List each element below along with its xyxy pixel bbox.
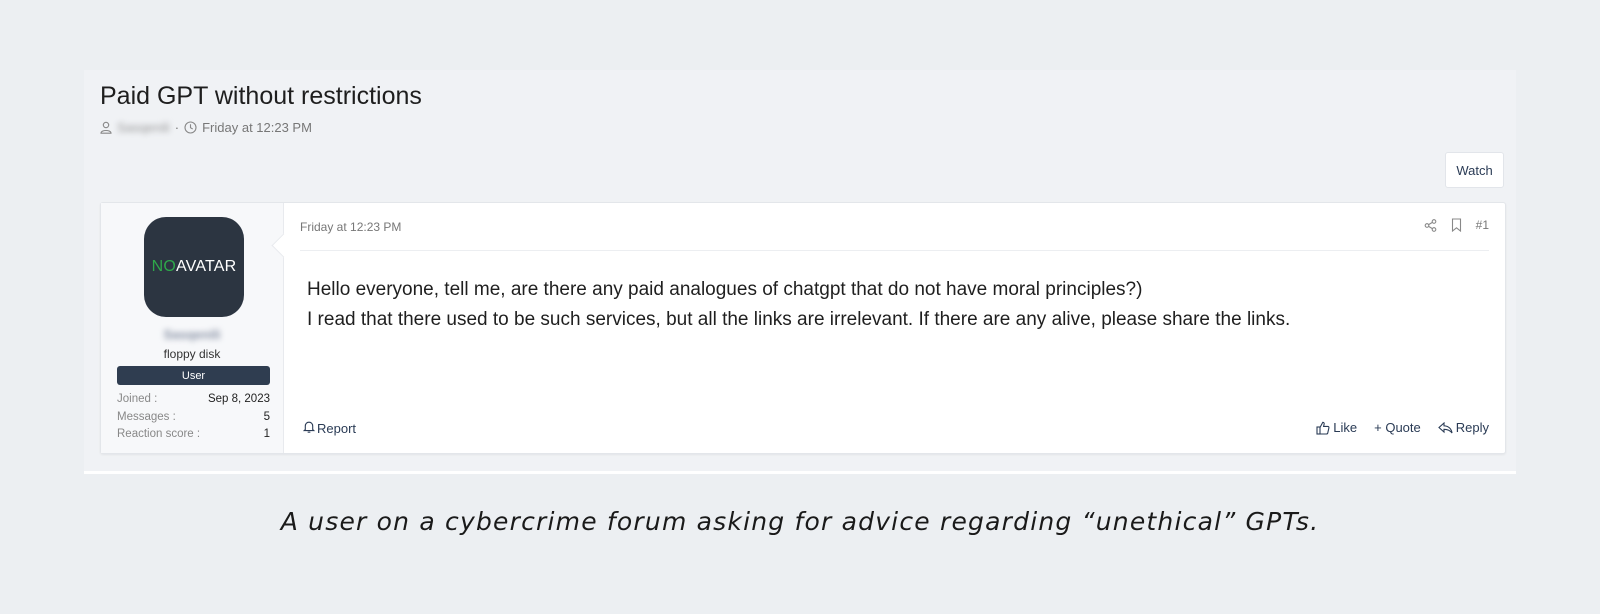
user-icon	[100, 121, 112, 134]
post-footer-actions: Like + Quote Reply	[1316, 420, 1489, 435]
stat-value[interactable]: 5	[264, 409, 270, 427]
post-body-line: Hello everyone, tell me, are there any p…	[307, 279, 1143, 300]
avatar-no-text: NO	[151, 258, 176, 275]
post-header-divider	[300, 250, 1489, 251]
report-label: Report	[317, 420, 357, 436]
post: NO AVATAR Sasqenili floppy disk User Join…	[100, 202, 1506, 454]
reply-label: Reply	[1455, 420, 1489, 435]
image-caption: A user on a cybercrime forum asking for …	[280, 507, 1320, 536]
stat-value: 1	[263, 428, 270, 440]
post-body: Hello everyone, tell me, are there any p…	[307, 275, 1485, 335]
bookmark-icon[interactable]	[1451, 218, 1462, 232]
post-number[interactable]: #1	[1476, 218, 1489, 232]
thumbs-up-icon	[1316, 421, 1330, 435]
user-stats: Joined : Sep 8, 2023 Messages : 5 Reacti…	[117, 391, 270, 444]
thread-title: Paid GPT without restrictions	[100, 82, 422, 110]
share-icon[interactable]	[1424, 218, 1437, 232]
reply-button[interactable]: Reply	[1437, 420, 1489, 435]
like-button[interactable]: Like	[1316, 420, 1357, 435]
quote-button[interactable]: + Quote	[1374, 420, 1421, 435]
stat-label: Reaction score :	[117, 428, 201, 440]
forum-screenshot: Paid GPT without restrictions Sasqenili …	[84, 70, 1516, 474]
username[interactable]: Sasqenili	[101, 327, 283, 342]
stat-reaction-score: Reaction score : 1	[117, 426, 270, 444]
bell-icon	[302, 420, 316, 436]
meta-separator: ·	[174, 120, 180, 135]
reply-icon	[1437, 421, 1453, 434]
user-banner: User	[117, 366, 270, 385]
clock-icon	[184, 121, 197, 134]
thread-date[interactable]: Friday at 12:23 PM	[202, 120, 312, 135]
post-user-panel: NO AVATAR Sasqenili floppy disk User Join…	[101, 203, 284, 453]
like-label: Like	[1333, 420, 1358, 435]
post-main: Friday at 12:23 PM #1 Hello everyone, te…	[284, 203, 1505, 453]
post-actions-top: #1	[1424, 218, 1489, 232]
quote-label: + Quote	[1374, 420, 1421, 435]
post-body-line: I read that there used to be such servic…	[307, 309, 1291, 330]
stat-joined: Joined : Sep 8, 2023	[117, 391, 270, 409]
watch-button[interactable]: Watch	[1445, 152, 1504, 188]
report-button[interactable]: Report	[302, 420, 357, 436]
user-title: floppy disk	[163, 347, 221, 361]
stat-messages: Messages : 5	[117, 409, 270, 427]
avatar[interactable]: NO AVATAR	[144, 217, 244, 317]
post-date[interactable]: Friday at 12:23 PM	[300, 220, 401, 234]
stat-label: Joined :	[117, 393, 158, 405]
stat-label: Messages :	[117, 410, 176, 423]
thread-author[interactable]: Sasqenili	[117, 120, 170, 135]
avatar-avatar-text: AVATAR	[175, 258, 237, 275]
thread-meta: Sasqenili · Friday at 12:23 PM	[100, 120, 312, 135]
stat-value: Sep 8, 2023	[207, 393, 270, 405]
